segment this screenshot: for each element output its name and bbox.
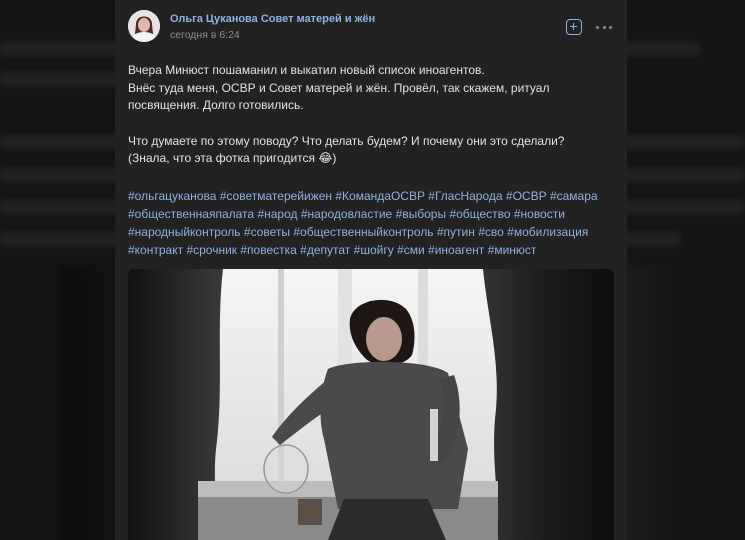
- hashtag-link[interactable]: #ольгацуканова: [128, 189, 216, 203]
- dot: [602, 25, 606, 29]
- post-text-line: Внёс туда меня, ОСВР и Совет матерей и ж…: [128, 80, 550, 95]
- post-text-line: Что думаете по этому поводу? Что делать …: [128, 133, 565, 148]
- more-dots-icon[interactable]: [596, 20, 612, 34]
- post-card: Ольга Цуканова Совет матерей и жён сегод…: [115, 0, 627, 540]
- post-photo[interactable]: [128, 269, 614, 540]
- hashtag-link[interactable]: #ОСВР: [506, 189, 547, 203]
- hashtag-link[interactable]: #общественныйконтроль: [293, 225, 433, 239]
- post-text-line: (Знала, что эта фотка пригодится 😂): [128, 151, 337, 165]
- hashtag-link[interactable]: #путин: [437, 225, 475, 239]
- author-name[interactable]: Ольга Цуканова Совет матерей и жён: [170, 13, 375, 25]
- dot: [609, 25, 612, 29]
- hashtag-link[interactable]: #сми: [397, 243, 425, 257]
- photo-image: [128, 269, 614, 540]
- dot: [596, 25, 599, 29]
- hashtag-link[interactable]: #минюст: [488, 243, 537, 257]
- hashtag-link[interactable]: #шойгу: [354, 243, 394, 257]
- hashtag-link[interactable]: #народ: [257, 207, 297, 221]
- hashtag-link[interactable]: #контракт: [128, 243, 183, 257]
- hashtag-link[interactable]: #общество: [449, 207, 510, 221]
- hashtags: #ольгацуканова #советматерейижен #Команд…: [128, 187, 616, 259]
- blurred-text-line: [0, 72, 120, 86]
- hashtag-link[interactable]: #мобилизация: [507, 225, 588, 239]
- post-time[interactable]: сегодня в 6:24: [170, 29, 240, 41]
- hashtag-link[interactable]: #депутат: [300, 243, 350, 257]
- hashtag-link[interactable]: #повестка: [240, 243, 296, 257]
- add-square-icon[interactable]: [566, 19, 582, 35]
- hashtag-link[interactable]: #срочник: [186, 243, 237, 257]
- hashtag-link[interactable]: #народовластие: [301, 207, 392, 221]
- hashtag-link[interactable]: #советматерейижен: [220, 189, 332, 203]
- post-text: Вчера Минюст пошаманил и выкатил новый с…: [128, 62, 608, 168]
- hashtag-row: #общественнаяпалата #народ #народовласти…: [128, 205, 616, 223]
- hashtag-link[interactable]: #сво: [478, 225, 504, 239]
- author-avatar[interactable]: [128, 10, 160, 42]
- hashtag-link[interactable]: #КомандаОСВР: [335, 189, 425, 203]
- hashtag-row: #народныйконтроль #советы #общественныйк…: [128, 223, 616, 241]
- post-text-line: Вчера Минюст пошаманил и выкатил новый с…: [128, 63, 485, 77]
- hashtag-link[interactable]: #иноагент: [428, 243, 484, 257]
- hashtag-link[interactable]: #выборы: [396, 207, 447, 221]
- hashtag-row: #ольгацуканова #советматерейижен #Команд…: [128, 187, 616, 205]
- hashtag-link[interactable]: #советы: [244, 225, 290, 239]
- post-text-line: посвящения. Долго готовились.: [128, 98, 304, 112]
- hashtag-link[interactable]: #новости: [514, 207, 565, 221]
- hashtag-link[interactable]: #ГласНарода: [428, 189, 502, 203]
- hashtag-link[interactable]: #общественнаяпалата: [128, 207, 254, 221]
- hashtag-link[interactable]: #народныйконтроль: [128, 225, 241, 239]
- hashtag-link[interactable]: #самара: [550, 189, 598, 203]
- hashtag-row: #контракт #срочник #повестка #депутат #ш…: [128, 241, 616, 259]
